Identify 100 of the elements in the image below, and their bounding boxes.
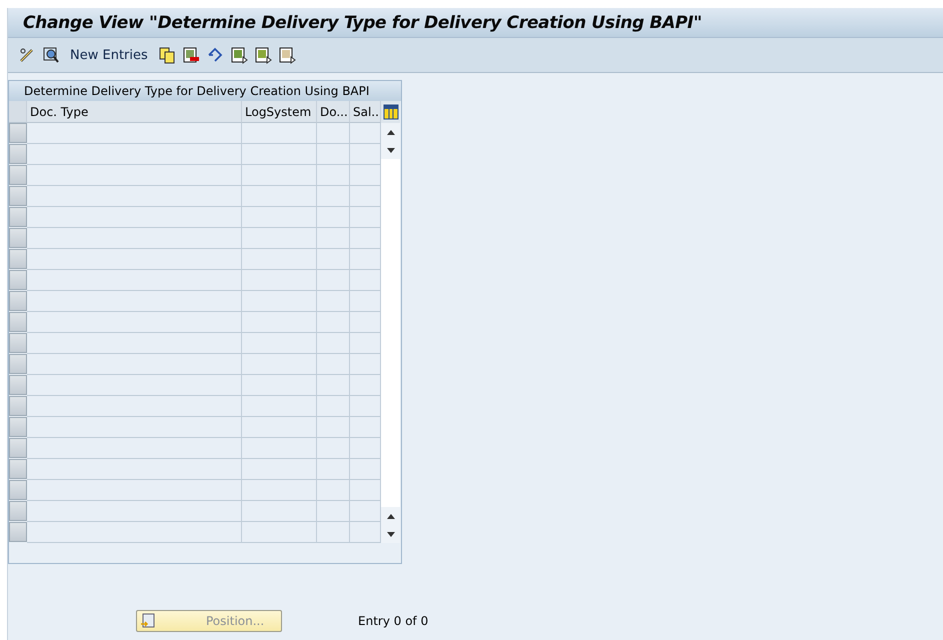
table-cell[interactable]	[317, 165, 350, 186]
select-all-corner[interactable]	[9, 101, 27, 123]
table-cell[interactable]	[317, 249, 350, 270]
table-cell[interactable]	[27, 480, 242, 501]
table-cell[interactable]	[27, 207, 242, 228]
table-cell[interactable]	[27, 249, 242, 270]
table-cell[interactable]	[242, 312, 317, 333]
table-cell[interactable]	[317, 417, 350, 438]
row-selector[interactable]	[9, 186, 27, 206]
row-selector[interactable]	[9, 270, 27, 290]
table-cell[interactable]	[242, 522, 317, 543]
table-cell[interactable]	[242, 291, 317, 312]
select-all-icon[interactable]	[230, 46, 248, 64]
deselect-icon[interactable]	[278, 46, 296, 64]
row-selector[interactable]	[9, 438, 27, 458]
row-selector[interactable]	[9, 165, 27, 185]
table-cell[interactable]	[317, 144, 350, 165]
table-cell[interactable]	[242, 438, 317, 459]
table-cell[interactable]	[242, 249, 317, 270]
table-cell[interactable]	[317, 186, 350, 207]
table-cell[interactable]	[242, 333, 317, 354]
table-cell[interactable]	[27, 144, 242, 165]
table-cell[interactable]	[317, 396, 350, 417]
table-cell[interactable]	[242, 396, 317, 417]
row-selector[interactable]	[9, 249, 27, 269]
table-cell[interactable]	[317, 207, 350, 228]
table-cell[interactable]	[27, 417, 242, 438]
table-cell[interactable]	[317, 228, 350, 249]
row-selector[interactable]	[9, 417, 27, 437]
table-cell[interactable]	[27, 459, 242, 480]
table-title: Determine Delivery Type for Delivery Creation Using BAPI	[9, 81, 401, 101]
table-cell[interactable]	[317, 501, 350, 522]
row-selector[interactable]	[9, 375, 27, 395]
table-cell[interactable]	[27, 228, 242, 249]
table-cell[interactable]	[27, 375, 242, 396]
table-cell[interactable]	[242, 123, 317, 144]
table-cell[interactable]	[27, 354, 242, 375]
table-cell[interactable]	[242, 480, 317, 501]
copy-icon[interactable]	[158, 46, 176, 64]
table-cell[interactable]	[242, 144, 317, 165]
table-cell[interactable]	[242, 228, 317, 249]
table-cell[interactable]	[242, 186, 317, 207]
delete-icon[interactable]	[182, 46, 200, 64]
row-selector[interactable]	[9, 312, 27, 332]
table-cell[interactable]	[317, 123, 350, 144]
table-cell[interactable]	[27, 186, 242, 207]
table-cell[interactable]	[27, 396, 242, 417]
scroll-up-icon[interactable]	[381, 507, 400, 525]
row-selector[interactable]	[9, 480, 27, 500]
table-cell[interactable]	[317, 480, 350, 501]
table-cell[interactable]	[242, 375, 317, 396]
table-cell[interactable]	[27, 165, 242, 186]
scroll-down-icon[interactable]	[381, 141, 400, 159]
table-cell[interactable]	[242, 354, 317, 375]
row-selector[interactable]	[9, 459, 27, 479]
row-selector[interactable]	[9, 228, 27, 248]
column-header[interactable]: Doc. Type	[27, 101, 242, 123]
new-entries-button[interactable]: New Entries	[66, 48, 152, 62]
table-cell[interactable]	[27, 522, 242, 543]
table-cell[interactable]	[27, 123, 242, 144]
table-cell[interactable]	[27, 333, 242, 354]
scroll-down-icon[interactable]	[381, 525, 400, 543]
column-header[interactable]: Sal...	[350, 101, 381, 123]
table-cell[interactable]	[27, 438, 242, 459]
table-cell[interactable]	[242, 417, 317, 438]
table-cell[interactable]	[242, 207, 317, 228]
table-cell[interactable]	[27, 270, 242, 291]
row-selector[interactable]	[9, 354, 27, 374]
row-selector[interactable]	[9, 207, 27, 227]
table-cell[interactable]	[317, 522, 350, 543]
column-header[interactable]: Do...	[317, 101, 350, 123]
select-block-icon[interactable]	[254, 46, 272, 64]
table-cell[interactable]	[242, 270, 317, 291]
scroll-up-icon[interactable]	[381, 123, 400, 141]
row-selector[interactable]	[9, 291, 27, 311]
table-cell[interactable]	[317, 354, 350, 375]
row-selector[interactable]	[9, 396, 27, 416]
table-cell[interactable]	[317, 333, 350, 354]
row-selector[interactable]	[9, 144, 27, 164]
undo-icon[interactable]	[206, 46, 224, 64]
table-cell[interactable]	[317, 291, 350, 312]
table-cell[interactable]	[242, 501, 317, 522]
table-cell[interactable]	[27, 312, 242, 333]
column-header[interactable]: LogSystem	[242, 101, 317, 123]
table-cell[interactable]	[317, 375, 350, 396]
table-cell[interactable]	[242, 459, 317, 480]
table-cell[interactable]	[317, 312, 350, 333]
row-selector[interactable]	[9, 123, 27, 143]
table-cell[interactable]	[27, 291, 242, 312]
table-cell[interactable]	[317, 270, 350, 291]
table-cell[interactable]	[242, 165, 317, 186]
table-cell[interactable]	[317, 459, 350, 480]
row-selector[interactable]	[9, 522, 27, 542]
row-selector[interactable]	[9, 333, 27, 353]
table-cell[interactable]	[317, 438, 350, 459]
search-icon[interactable]	[42, 46, 60, 64]
column-settings-icon[interactable]	[381, 101, 400, 123]
row-selector[interactable]	[9, 501, 27, 521]
scrollbar[interactable]	[381, 123, 400, 543]
table-cell[interactable]	[27, 501, 242, 522]
